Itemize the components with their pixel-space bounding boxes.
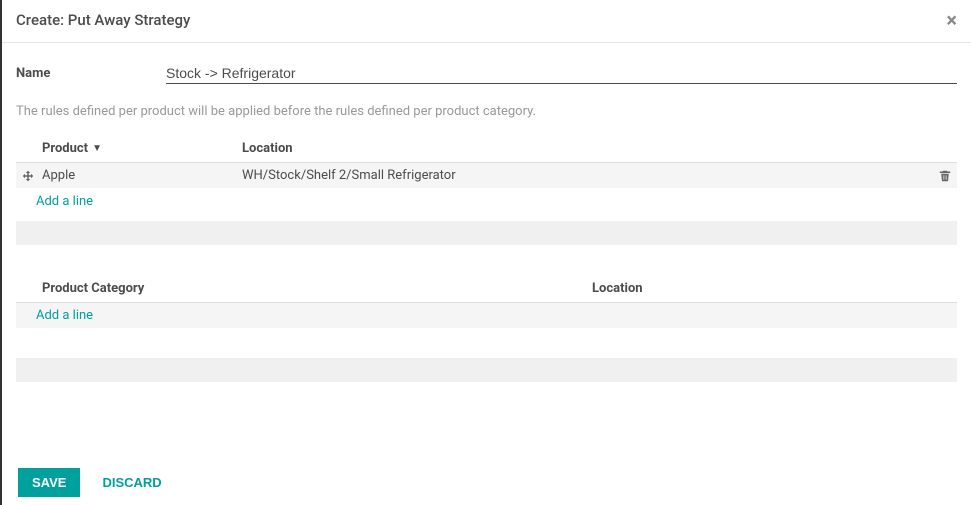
product-table: Product ▼ Location Apple WH/Stock/Shelf … [16, 135, 957, 245]
product-column-header[interactable]: Product ▼ [42, 141, 242, 156]
drag-handle-icon[interactable] [22, 168, 42, 183]
close-button[interactable]: × [946, 10, 957, 30]
name-label: Name [16, 66, 166, 81]
save-button[interactable]: SAVE [18, 468, 80, 497]
category-table-header: Product Category Location [16, 275, 957, 303]
table-row[interactable]: Apple WH/Stock/Shelf 2/Small Refrigerato… [16, 163, 957, 188]
category-table: Product Category Location Add a line [16, 275, 957, 382]
help-text: The rules defined per product will be ap… [16, 104, 957, 119]
modal-body: Name The rules defined per product will … [2, 43, 971, 426]
placeholder-row [16, 358, 957, 382]
placeholder-row [16, 221, 957, 245]
location-cell[interactable]: WH/Stock/Shelf 2/Small Refrigerator [242, 168, 927, 183]
sort-caret-icon: ▼ [92, 143, 102, 154]
add-category-line-link[interactable]: Add a line [16, 303, 99, 328]
table-row: Add a line [16, 303, 957, 328]
product-table-header: Product ▼ Location [16, 135, 957, 163]
category-column-header[interactable]: Product Category [42, 281, 592, 296]
location-column-header[interactable]: Location [242, 141, 927, 156]
delete-row-icon[interactable] [939, 168, 951, 183]
product-cell[interactable]: Apple [42, 168, 242, 183]
name-field-row: Name [16, 63, 957, 84]
modal-header: Create: Put Away Strategy × [2, 0, 971, 43]
modal-title: Create: Put Away Strategy [16, 11, 190, 29]
discard-button[interactable]: DISCARD [90, 468, 173, 497]
name-input[interactable] [166, 63, 957, 84]
modal-footer: SAVE DISCARD [4, 460, 971, 505]
category-location-column-header[interactable]: Location [592, 281, 951, 296]
add-product-line-link[interactable]: Add a line [16, 188, 957, 215]
